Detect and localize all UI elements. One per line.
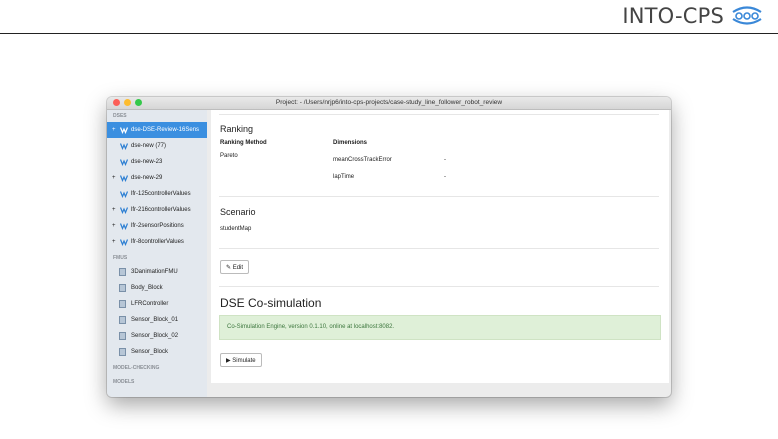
scenario-title: Scenario	[220, 207, 256, 217]
dse-icon	[120, 175, 128, 182]
dimension-name: lapTime	[333, 174, 355, 180]
dse-icon	[120, 191, 128, 198]
ranking-method-header: Ranking Method	[220, 140, 267, 146]
sidebar-fmu-label: Body_Block	[131, 285, 163, 291]
dse-list: + dse-DSE-Review-16Sens dse-new (77) dse-ne…	[107, 122, 207, 250]
sidebar-dse-label: dse-new (77)	[131, 143, 167, 149]
dse-icon	[120, 223, 128, 230]
header-divider	[0, 33, 778, 34]
simulate-button[interactable]: ▶ Simulate	[220, 353, 262, 367]
app-window: Project: - /Users/nrjp6/into-cps-project…	[107, 97, 671, 397]
sidebar-dse-label: lfr-125controllerValues	[131, 191, 191, 197]
sidebar-section-fmus: FMUS	[113, 255, 128, 261]
divider	[219, 286, 659, 287]
sidebar-dse-item[interactable]: + dse-DSE-Review-16Sens	[107, 122, 207, 138]
sidebar-dse-label: lfr-2sensorPositions	[131, 223, 184, 229]
fmu-file-icon	[119, 332, 126, 340]
edit-button-label: Edit	[232, 265, 244, 271]
sidebar-fmu-label: Sensor_Block	[131, 349, 169, 355]
fmu-list: 3DanimationFMU Body_Block LFRController Sen…	[107, 264, 207, 360]
sidebar-dse-item[interactable]: + dse-new-29	[107, 170, 207, 186]
minimize-window-button[interactable]	[124, 99, 131, 106]
sidebar-dse-label: lfr-216controllerValues	[131, 207, 191, 213]
edit-button[interactable]: ✎ Edit	[220, 260, 250, 274]
sidebar-dse-label: dse-new-23	[131, 159, 163, 165]
brand-header: INTO-CPS	[622, 4, 764, 28]
main-panel: Ranking Ranking Method Dimensions Pareto…	[211, 110, 671, 397]
fmu-file-icon	[119, 300, 126, 308]
sidebar-dse-label: lfr-8controllerValues	[131, 239, 184, 245]
fmu-file-icon	[119, 316, 126, 324]
window-title: Project: - /Users/nrjp6/into-cps-project…	[275, 99, 503, 106]
expand-icon[interactable]: +	[112, 234, 116, 250]
sidebar-fmu-item[interactable]: 3DanimationFMU	[107, 264, 207, 280]
divider	[219, 248, 659, 249]
dse-icon	[120, 143, 128, 150]
dse-icon	[120, 127, 128, 134]
cosim-title: DSE Co-simulation	[220, 296, 322, 310]
sidebar-dse-label: dse-new-29	[131, 175, 163, 181]
sidebar: DSES + dse-DSE-Review-16Sens dse-new (77) d…	[107, 110, 207, 397]
cosim-status-alert: Co-Simulation Engine, version 0.1.10, on…	[219, 315, 661, 340]
ranking-title: Ranking	[220, 124, 254, 134]
sidebar-fmu-label: Sensor_Block_01	[131, 317, 179, 323]
sidebar-section-dses: DSES	[113, 113, 127, 119]
sidebar-dse-item[interactable]: dse-new (77)	[107, 138, 207, 154]
sidebar-dse-item[interactable]: + lfr-2sensorPositions	[107, 218, 207, 234]
sidebar-fmu-label: 3DanimationFMU	[131, 269, 178, 275]
into-cps-logo-icon	[732, 6, 762, 25]
scenario-value: studentMap	[220, 226, 252, 232]
sidebar-fmu-label: LFRController	[131, 301, 169, 307]
fmu-file-icon	[119, 268, 126, 276]
close-window-button[interactable]	[113, 99, 120, 106]
fmu-file-icon	[119, 284, 126, 292]
simulate-button-label: Simulate	[232, 358, 256, 364]
sidebar-dse-item[interactable]: + lfr-8controllerValues	[107, 234, 207, 250]
dimension-value: -	[444, 157, 446, 163]
sidebar-section-model-checking[interactable]: MODEL-CHECKING	[107, 362, 207, 374]
ranking-method-value: Pareto	[220, 153, 238, 159]
edit-icon: ✎	[226, 265, 232, 271]
sidebar-section-models[interactable]: MODELS	[107, 376, 207, 388]
brand-name: INTO-CPS	[622, 4, 724, 28]
expand-icon[interactable]: +	[112, 218, 116, 234]
sidebar-fmu-label: Sensor_Block_02	[131, 333, 179, 339]
dimensions-header: Dimensions	[333, 140, 368, 146]
dse-icon	[120, 207, 128, 214]
divider	[219, 196, 659, 197]
sidebar-dse-item[interactable]: + lfr-216controllerValues	[107, 202, 207, 218]
dse-icon	[120, 239, 128, 246]
window-titlebar[interactable]: Project: - /Users/nrjp6/into-cps-project…	[107, 97, 671, 110]
sidebar-dse-item[interactable]: lfr-125controllerValues	[107, 186, 207, 202]
expand-icon[interactable]: +	[112, 202, 116, 218]
expand-icon[interactable]: +	[112, 170, 116, 186]
dimension-value: -	[444, 174, 446, 180]
sidebar-fmu-item[interactable]: Sensor_Block_02	[107, 328, 207, 344]
fmu-file-icon	[119, 348, 126, 356]
play-icon: ▶	[226, 358, 231, 364]
sidebar-fmu-item[interactable]: Sensor_Block_01	[107, 312, 207, 328]
sidebar-fmu-item[interactable]: LFRController	[107, 296, 207, 312]
dse-icon	[120, 159, 128, 166]
maximize-window-button[interactable]	[135, 99, 142, 106]
dse-content-card: Ranking Ranking Method Dimensions Pareto…	[211, 110, 669, 383]
sidebar-dse-item[interactable]: dse-new-23	[107, 154, 207, 170]
sidebar-fmu-item[interactable]: Sensor_Block	[107, 344, 207, 360]
expand-icon[interactable]: +	[112, 122, 116, 138]
sidebar-fmu-item[interactable]: Body_Block	[107, 280, 207, 296]
divider	[219, 114, 659, 115]
dimension-name: meanCrossTrackError	[333, 157, 392, 163]
sidebar-dse-label: dse-DSE-Review-16Sens	[131, 127, 200, 133]
